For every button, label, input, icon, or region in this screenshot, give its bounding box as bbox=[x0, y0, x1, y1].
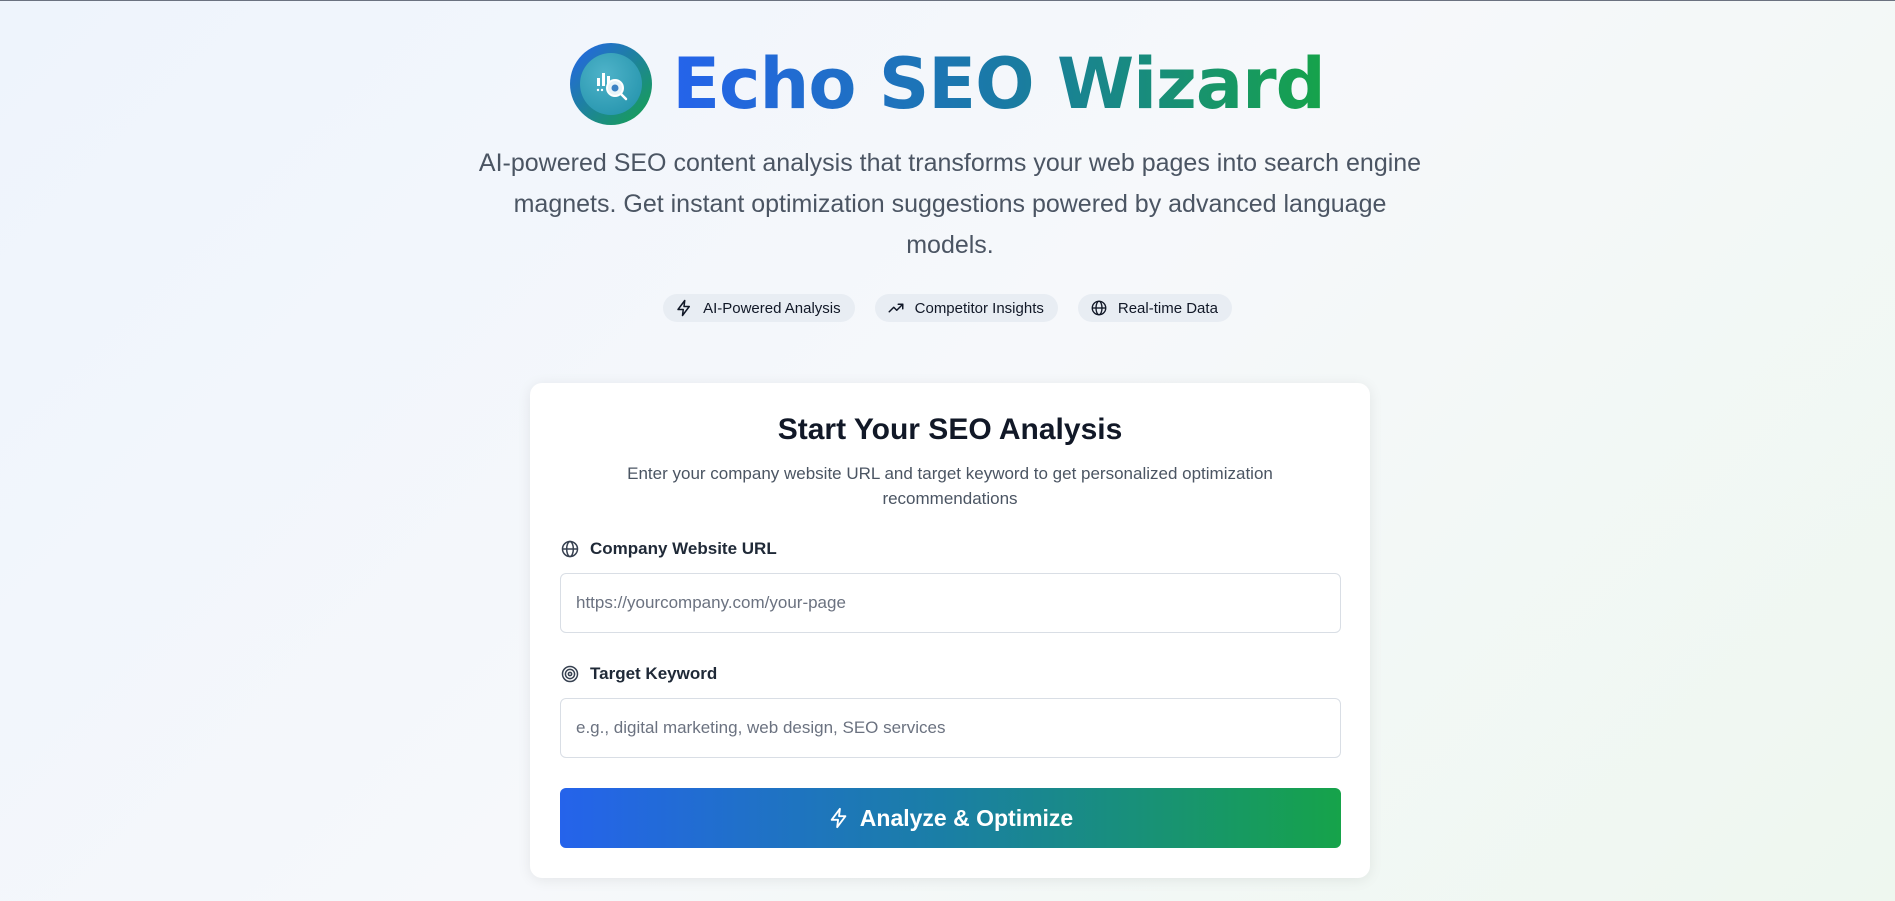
keyword-field-label: Target Keyword bbox=[560, 664, 717, 684]
form-title: Start Your SEO Analysis bbox=[777, 413, 1123, 446]
trending-up-icon bbox=[888, 303, 904, 313]
analyze-optimize-button[interactable]: Analyze & Optimize bbox=[560, 788, 1341, 848]
seo-analysis-form-card: Start Your SEO Analysis Enter your compa… bbox=[530, 383, 1370, 878]
app-title: Echo SEO Wizard bbox=[672, 39, 1326, 129]
feature-badge-competitor-insights: Competitor Insights bbox=[874, 294, 1058, 322]
feature-badge-label: AI-Powered Analysis bbox=[703, 299, 841, 317]
feature-badge-real-time-data: Real-time Data bbox=[1077, 294, 1232, 322]
app-subtitle: AI-powered SEO content analysis that tra… bbox=[478, 149, 1422, 259]
analyze-optimize-label: Analyze & Optimize bbox=[859, 804, 1074, 831]
seo-analytics-icon bbox=[580, 53, 643, 115]
url-field-label-text: Company Website URL bbox=[590, 539, 777, 558]
logo bbox=[570, 43, 653, 125]
feature-badge-label: Real-time Data bbox=[1117, 299, 1218, 317]
target-icon bbox=[561, 665, 579, 683]
lightning-icon bbox=[677, 299, 691, 317]
company-url-input[interactable] bbox=[560, 573, 1341, 633]
keyword-field-label-text: Target Keyword bbox=[590, 664, 718, 683]
lightning-icon bbox=[830, 807, 847, 829]
feature-badge-ai-analysis: AI-Powered Analysis bbox=[663, 294, 855, 322]
page-header: Echo SEO Wizard bbox=[0, 39, 1895, 129]
globe-icon bbox=[1091, 300, 1107, 316]
feature-badge-label: Competitor Insights bbox=[914, 299, 1044, 317]
form-description: Enter your company website URL and targe… bbox=[627, 464, 1273, 508]
globe-icon bbox=[561, 540, 579, 558]
target-keyword-input[interactable] bbox=[560, 698, 1341, 758]
feature-badges: AI-Powered Analysis Competitor Insights … bbox=[0, 294, 1895, 322]
url-field-label: Company Website URL bbox=[560, 539, 777, 559]
